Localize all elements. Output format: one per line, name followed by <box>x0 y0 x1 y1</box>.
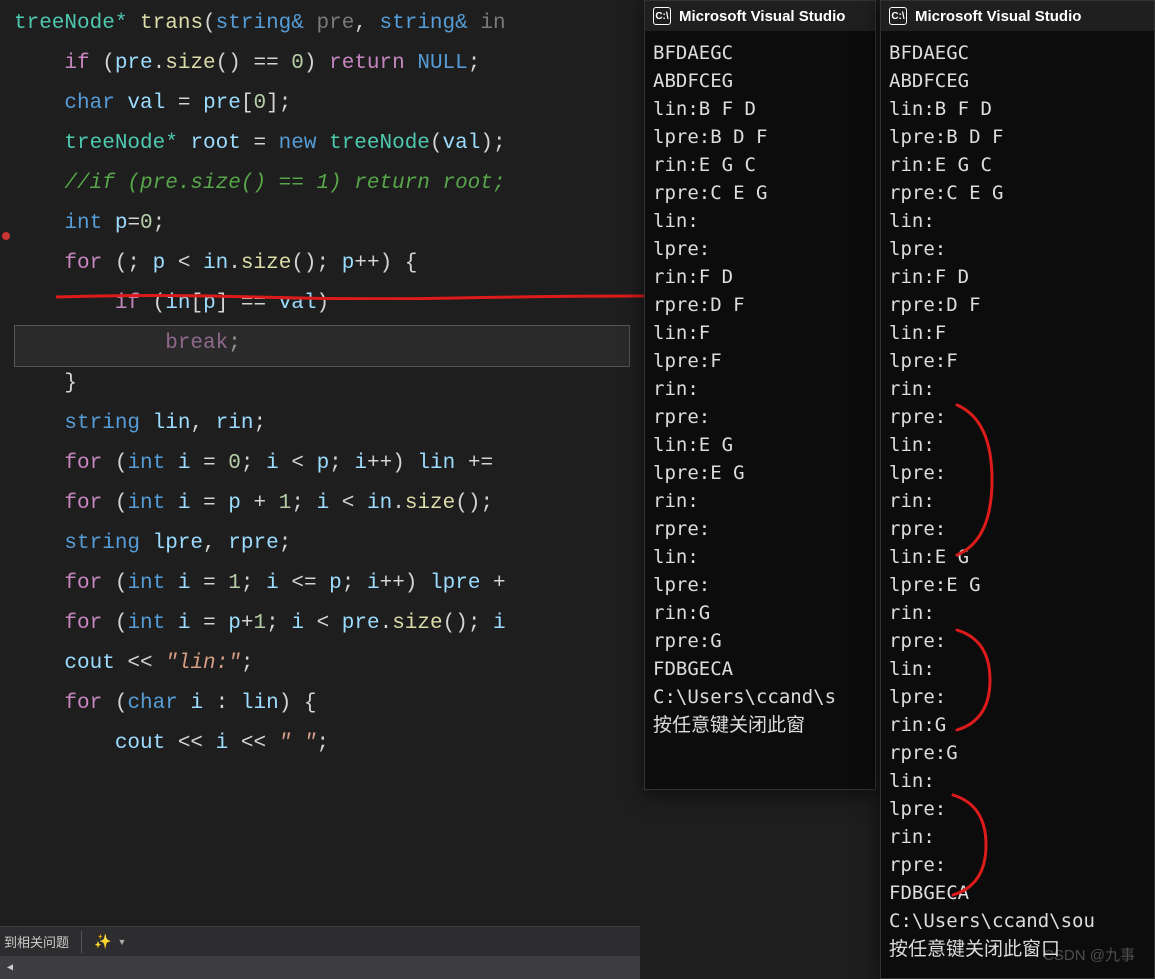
code-line-23: cout << i << " "; <box>14 724 640 764</box>
horizontal-scrollbar[interactable]: ◀ <box>0 956 640 979</box>
terminal-2-output: BFDAEGC ABDFCEG lin:B F D lpre:B D F rin… <box>881 31 1154 969</box>
breakpoint-marker[interactable] <box>2 232 10 240</box>
code-line-11: } <box>14 364 640 404</box>
code-editor[interactable]: treeNode* trans(string& pre, string& in … <box>0 0 640 925</box>
code-line-17: string lpre, rpre; <box>14 524 640 564</box>
terminal-window-1[interactable]: C:\ Microsoft Visual Studio BFDAEGC ABDF… <box>644 0 876 790</box>
terminal-2-titlebar[interactable]: C:\ Microsoft Visual Studio <box>881 1 1154 31</box>
code-line-14: for (int i = 0; i < p; i++) lin += <box>14 444 640 484</box>
terminal-window-2[interactable]: C:\ Microsoft Visual Studio BFDAEGC ABDF… <box>880 0 1155 979</box>
code-line-18: for (int i = 1; i <= p; i++) lpre + <box>14 564 640 604</box>
code-line-22: for (char i : lin) { <box>14 684 640 724</box>
status-text: 到相关问题 <box>0 932 69 951</box>
status-bar: 到相关问题 ✨ ▼ <box>0 926 640 956</box>
scroll-left-arrow-icon[interactable]: ◀ <box>0 958 20 978</box>
terminal-2-title: Microsoft Visual Studio <box>915 8 1081 25</box>
code-line-15: for (int i = p + 1; i < in.size(); <box>14 484 640 524</box>
red-underline-annotation <box>56 236 646 244</box>
code-line-19: for (int i = p+1; i < pre.size(); i <box>14 604 640 644</box>
terminal-1-title: Microsoft Visual Studio <box>679 8 845 25</box>
terminal-1-output: BFDAEGC ABDFCEG lin:B F D lpre:B D F rin… <box>645 31 875 745</box>
wand-icon[interactable]: ✨ <box>94 933 111 950</box>
code-line-6: //if (pre.size() == 1) return root; <box>14 164 640 204</box>
code-line-21: cout << "lin:"; <box>14 644 640 684</box>
code-line-4: char val = pre[0]; <box>14 84 640 124</box>
code-line-13: string lin, rin; <box>14 404 640 444</box>
status-separator <box>81 931 82 953</box>
terminal-icon: C:\ <box>653 7 671 25</box>
code-line-2: if (pre.size() == 0) return NULL; <box>14 44 640 84</box>
terminal-1-titlebar[interactable]: C:\ Microsoft Visual Studio <box>645 1 875 31</box>
code-line-1: treeNode* trans(string& pre, string& in <box>14 4 640 44</box>
code-line-10: break; <box>14 324 640 364</box>
dropdown-arrow-icon[interactable]: ▼ <box>117 937 126 947</box>
code-line-9: if (in[p] == val) <box>14 284 640 324</box>
terminal-icon: C:\ <box>889 7 907 25</box>
code-line-5: treeNode* root = new treeNode(val); <box>14 124 640 164</box>
